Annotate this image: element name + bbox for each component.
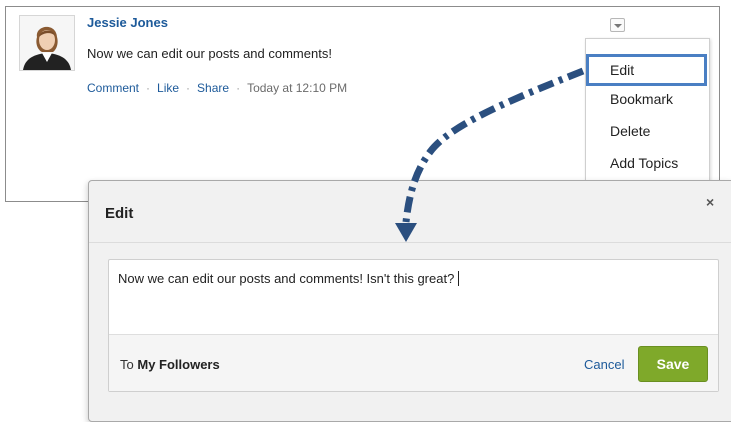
menu-item-edit[interactable]: Edit: [586, 54, 707, 86]
save-button[interactable]: Save: [638, 346, 708, 382]
edit-dialog: Edit × Now we can edit our posts and com…: [88, 180, 731, 422]
audience-label: To My Followers: [120, 357, 220, 372]
share-link[interactable]: Share: [197, 81, 229, 95]
post-menu-dropdown-button[interactable]: [610, 18, 625, 32]
post-action-menu: Edit Bookmark Delete Add Topics: [585, 38, 710, 199]
like-link[interactable]: Like: [157, 81, 179, 95]
comment-link[interactable]: Comment: [87, 81, 139, 95]
post-author[interactable]: Jessie Jones: [87, 15, 168, 30]
separator: ·: [186, 81, 191, 95]
audience-prefix: To: [120, 357, 134, 372]
menu-item-delete[interactable]: Delete: [610, 123, 650, 139]
cancel-button[interactable]: Cancel: [584, 357, 624, 372]
post-editor[interactable]: Now we can edit our posts and comments! …: [108, 259, 719, 392]
menu-item-add-topics[interactable]: Add Topics: [610, 155, 678, 171]
post-timestamp: Today at 12:10 PM: [247, 81, 348, 95]
audience-value: My Followers: [137, 357, 220, 372]
editor-text-field[interactable]: Now we can edit our posts and comments! …: [118, 271, 460, 286]
editor-footer: To My Followers Cancel Save: [109, 334, 718, 391]
divider: [89, 242, 731, 243]
text-caret: [458, 271, 460, 286]
menu-item-label: Edit: [610, 62, 635, 78]
avatar[interactable]: [19, 15, 75, 71]
separator: ·: [236, 81, 241, 95]
menu-item-bookmark[interactable]: Bookmark: [610, 91, 673, 107]
close-icon[interactable]: ×: [706, 195, 714, 209]
dialog-title: Edit: [105, 205, 134, 222]
user-avatar-icon: [20, 16, 74, 70]
post-actions: Comment · Like · Share · Today at 12:10 PM: [87, 81, 347, 95]
separator: ·: [146, 81, 151, 95]
post-body: Now we can edit our posts and comments!: [87, 46, 332, 61]
editor-text: Now we can edit our posts and comments! …: [118, 271, 455, 286]
